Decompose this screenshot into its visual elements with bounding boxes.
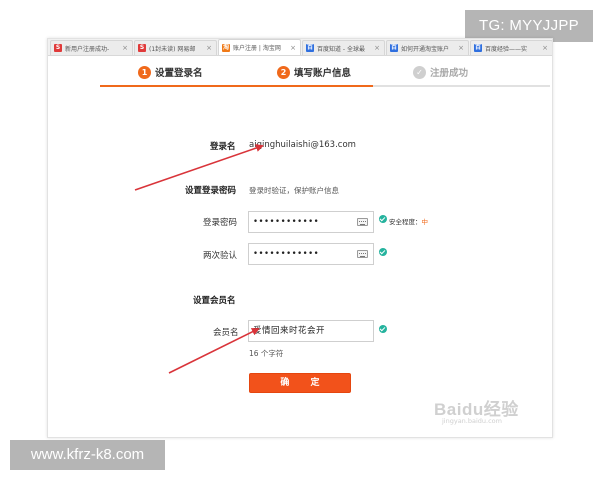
member-name-title: 设置会员名: [193, 296, 236, 306]
tab-taobao-howto[interactable]: 百 如何开通淘宝账户 ×: [386, 40, 469, 55]
tab-baidu-jingyan[interactable]: 百 百度经验——实 ×: [470, 40, 552, 55]
member-name-input[interactable]: 爱情回来时花会开: [248, 320, 374, 342]
progress-steps: 1 设置登录名 2 填写账户信息 ✓ 注册成功: [100, 61, 550, 87]
login-name-value: aiqinghuilaishi@163.com: [249, 140, 356, 150]
check-icon: ✓: [413, 65, 426, 79]
keyboard-icon[interactable]: [357, 218, 368, 226]
member-name-value: 爱情回来时花会开: [253, 326, 326, 336]
step-fill-account-info: 2 填写账户信息: [277, 65, 351, 79]
step-register-success: ✓ 注册成功: [413, 65, 468, 79]
step-number: 2: [277, 65, 290, 79]
close-icon[interactable]: ×: [373, 44, 381, 52]
set-password-hint: 登录时验证，保护账户信息: [249, 186, 339, 195]
password-value: ••••••••••••: [253, 217, 320, 227]
baidu-icon: 百: [474, 44, 482, 52]
close-icon[interactable]: ×: [205, 44, 213, 52]
confirm-password-value: ••••••••••••: [253, 249, 320, 259]
password-strength: 安全程度：中: [389, 216, 428, 226]
member-name-char-count: 16 个字符: [249, 349, 284, 358]
strength-level: 中: [421, 218, 429, 226]
tab-register-success[interactable]: S 新用户注册成功- ×: [50, 40, 133, 55]
step-label: 填写账户信息: [294, 68, 352, 79]
tab-bar: S 新用户注册成功- × S (1封未读) 网易邮 × 淘 账户注册 | 淘宝网…: [48, 39, 552, 56]
step-label: 注册成功: [430, 68, 469, 79]
keyboard-icon[interactable]: [357, 250, 368, 258]
baidu-icon: 百: [306, 44, 314, 52]
login-name-label: 登录名: [210, 142, 236, 152]
password-input[interactable]: ••••••••••••: [248, 211, 374, 233]
baidu-watermark-url: jingyan.baidu.com: [442, 417, 502, 425]
step-number: 1: [138, 65, 151, 79]
confirm-button[interactable]: 确 定: [249, 373, 351, 393]
step-label: 设置登录名: [155, 68, 203, 79]
close-icon[interactable]: ×: [457, 44, 465, 52]
set-password-title: 设置登录密码: [185, 186, 237, 196]
confirm-password-label: 两次验认: [203, 251, 238, 261]
close-icon[interactable]: ×: [289, 44, 297, 52]
progress-line-pending: [373, 85, 550, 87]
step-set-login-name: 1 设置登录名: [138, 65, 203, 79]
baidu-icon: 百: [390, 44, 398, 52]
progress-line-done: [100, 85, 373, 87]
check-ok-icon: [379, 325, 387, 333]
url-label: www.kfrz-k8.com: [10, 440, 165, 470]
red-s-icon: S: [138, 44, 146, 52]
tab-netease-mail[interactable]: S (1封未读) 网易邮 ×: [134, 40, 217, 55]
confirm-password-input[interactable]: ••••••••••••: [248, 243, 374, 265]
strength-label: 安全程度：: [389, 218, 422, 226]
member-name-label: 会员名: [213, 328, 239, 338]
close-icon[interactable]: ×: [541, 44, 549, 52]
taobao-icon: 淘: [222, 43, 230, 52]
close-icon[interactable]: ×: [121, 44, 129, 52]
browser-window: S 新用户注册成功- × S (1封未读) 网易邮 × 淘 账户注册 | 淘宝网…: [47, 38, 553, 438]
tab-taobao-register[interactable]: 淘 账户注册 | 淘宝网 ×: [218, 39, 301, 55]
check-ok-icon: [379, 215, 387, 223]
tab-baidu-zhidao[interactable]: 百 百度知道 - 全球最 ×: [302, 40, 385, 55]
password-label: 登录密码: [203, 218, 238, 228]
red-s-icon: S: [54, 44, 62, 52]
check-ok-icon: [379, 248, 387, 256]
